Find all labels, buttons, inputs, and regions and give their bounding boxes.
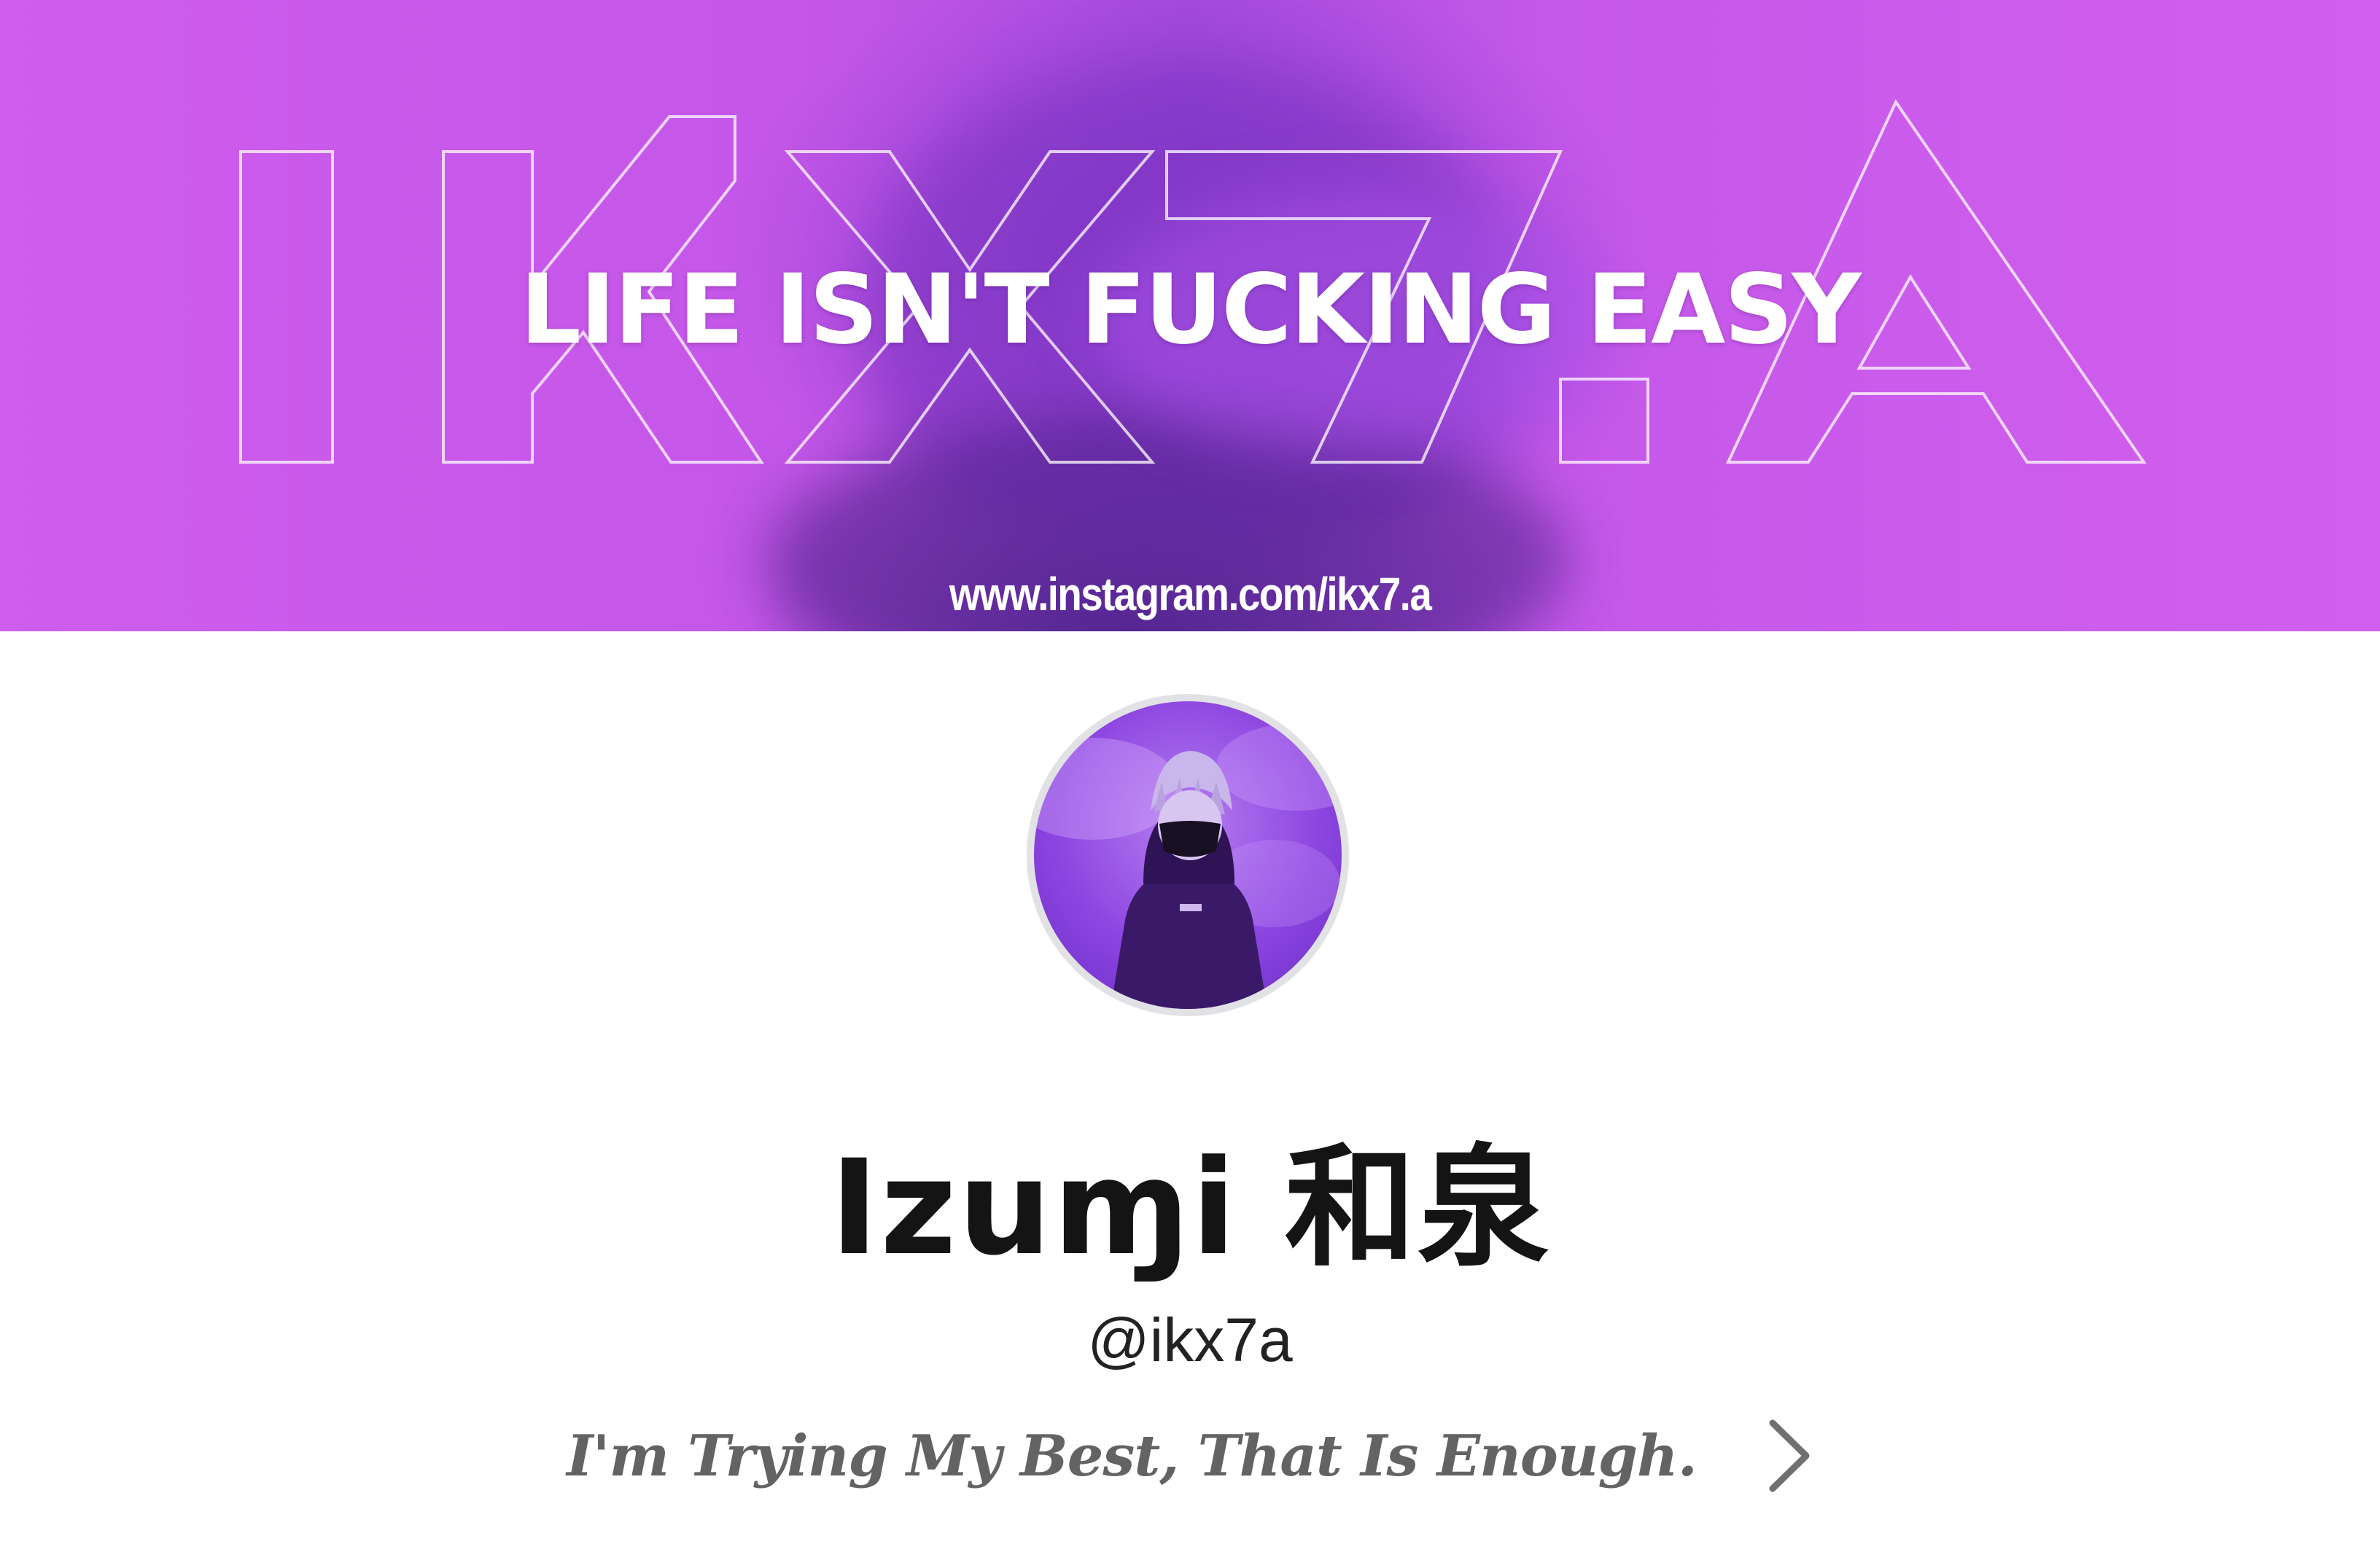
banner-url-text: www.instagram.com/ikx7.a [949, 568, 1432, 620]
chevron-right-icon[interactable] [1762, 1416, 1813, 1496]
username-handle: @ikx7a [1087, 1306, 1293, 1374]
profile-banner[interactable]: LIFE ISN'T FUCKING EASY www.instagram.co… [0, 0, 2380, 631]
display-name: Izuɱi 和泉 [830, 1132, 1550, 1284]
avatar[interactable] [1027, 694, 1349, 1016]
bio-text: I'm Trying My Best, That Is Enough. [567, 1422, 1698, 1489]
banner-headline: LIFE ISN'T FUCKING EASY [520, 254, 1862, 366]
bio-row[interactable]: I'm Trying My Best, That Is Enough. [0, 1408, 2380, 1503]
avatar-image [1034, 701, 1342, 1009]
avatar-figure-illustration [1034, 723, 1342, 1009]
